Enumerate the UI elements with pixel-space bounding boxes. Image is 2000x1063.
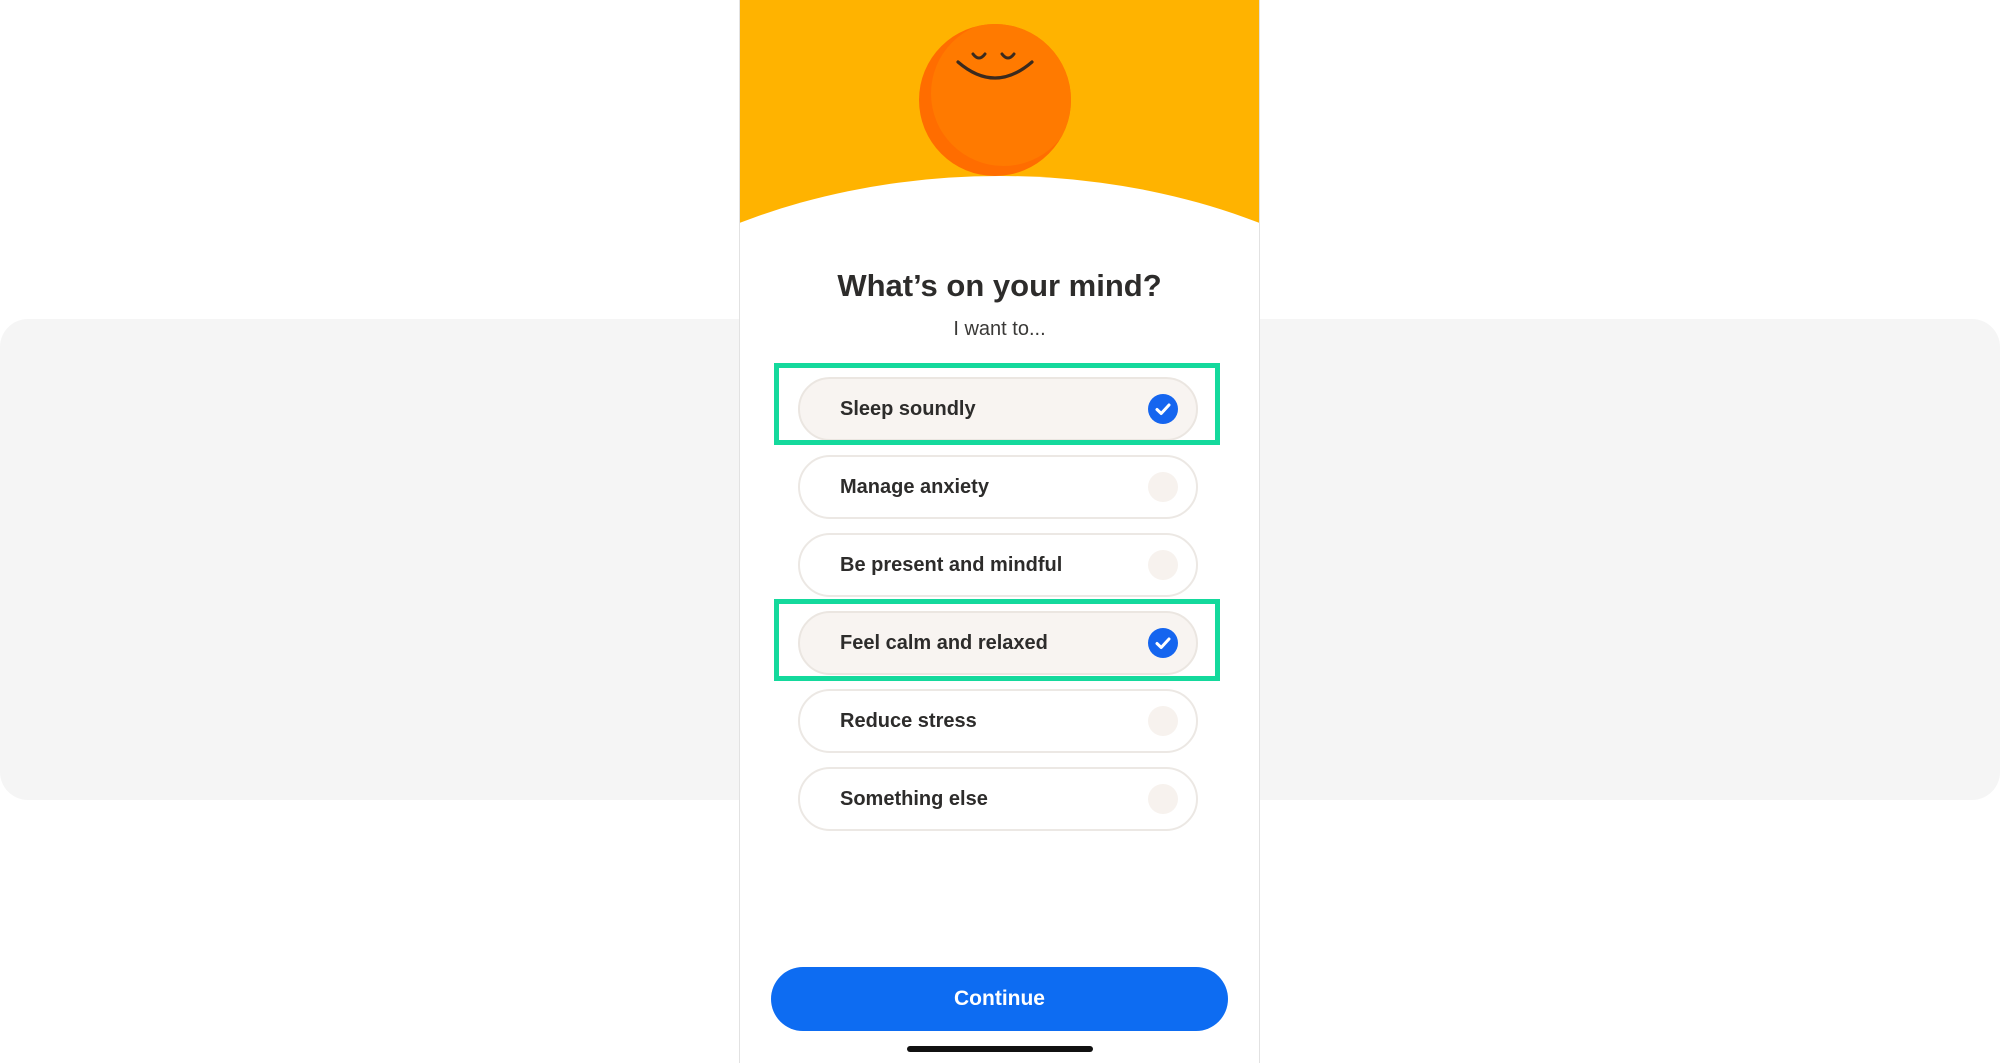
- option-label: Reduce stress: [840, 710, 977, 732]
- option-manage-anxiety[interactable]: Manage anxiety: [798, 455, 1198, 519]
- option-label: Feel calm and relaxed: [840, 632, 1048, 654]
- page-subtitle: I want to...: [953, 318, 1046, 340]
- hero-header: [740, 0, 1259, 265]
- check-circle-icon: [1148, 628, 1178, 658]
- radio-empty-icon: [1148, 784, 1178, 814]
- option-label: Manage anxiety: [840, 476, 989, 498]
- option-feel-calm[interactable]: Feel calm and relaxed: [798, 611, 1198, 675]
- smiling-sun-icon: [919, 24, 1071, 176]
- option-something-else[interactable]: Something else: [798, 767, 1198, 831]
- continue-button[interactable]: Continue: [771, 967, 1228, 1031]
- hero-arc: [740, 176, 1259, 265]
- option-label: Sleep soundly: [840, 398, 976, 420]
- option-label: Something else: [840, 788, 988, 810]
- page-title: What’s on your mind?: [837, 268, 1162, 303]
- radio-empty-icon: [1148, 550, 1178, 580]
- option-reduce-stress[interactable]: Reduce stress: [798, 689, 1198, 753]
- option-be-present[interactable]: Be present and mindful: [798, 533, 1198, 597]
- home-indicator: [907, 1046, 1093, 1052]
- option-sleep-soundly[interactable]: Sleep soundly: [798, 377, 1198, 441]
- radio-empty-icon: [1148, 706, 1178, 736]
- check-circle-icon: [1148, 394, 1178, 424]
- app-screen: What’s on your mind? I want to... Sleep …: [740, 0, 1259, 1063]
- radio-empty-icon: [1148, 472, 1178, 502]
- option-label: Be present and mindful: [840, 554, 1063, 576]
